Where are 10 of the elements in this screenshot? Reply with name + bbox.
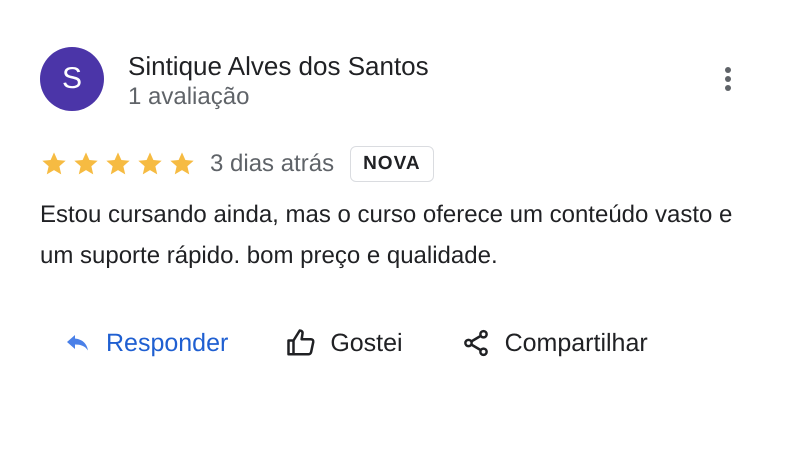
reply-button[interactable]: Responder bbox=[64, 328, 228, 358]
review-count: 1 avaliação bbox=[128, 82, 250, 112]
review-time: 3 dias atrás bbox=[210, 150, 334, 178]
like-button[interactable]: Gostei bbox=[286, 328, 403, 358]
review-text: Estou cursando ainda, mas o curso oferece um conteúdo vasto e um suporte rápido. bom preço e qualidade. bbox=[40, 200, 734, 271]
avatar: S bbox=[40, 47, 104, 111]
share-button[interactable]: Compartilhar bbox=[460, 328, 648, 358]
thumbs-up-icon bbox=[286, 328, 316, 358]
author-name: Sintique Alves dos Santos bbox=[128, 50, 430, 82]
new-badge: NOVA bbox=[350, 146, 434, 182]
